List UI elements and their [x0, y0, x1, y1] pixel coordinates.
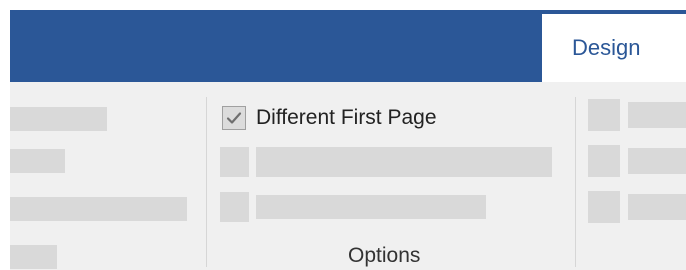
placeholder-control: [256, 147, 552, 177]
ribbon-title-bar: Design: [10, 10, 686, 82]
placeholder-control: [628, 102, 686, 128]
placeholder-checkbox: [588, 191, 620, 223]
placeholder-control: [256, 195, 486, 219]
placeholder-checkbox: [220, 147, 249, 177]
placeholder-control: [628, 148, 686, 174]
placeholder-control: [10, 107, 107, 131]
checkmark-icon: [226, 112, 242, 124]
placeholder-checkbox: [220, 192, 249, 222]
placeholder-checkbox: [588, 99, 620, 131]
placeholder-control: [10, 197, 187, 221]
placeholder-checkbox: [588, 145, 620, 177]
options-group-label: Options: [348, 244, 421, 267]
placeholder-control: [628, 194, 686, 220]
ribbon-panel: Different First Page Options: [10, 82, 686, 270]
different-first-page-label[interactable]: Different First Page: [256, 104, 437, 132]
tab-design[interactable]: Design: [542, 14, 686, 82]
group-divider: [575, 97, 576, 267]
app-window: Design Different First Page Options: [10, 10, 686, 270]
placeholder-control: [10, 149, 65, 173]
group-divider: [206, 97, 207, 267]
different-first-page-checkbox[interactable]: [222, 106, 246, 130]
placeholder-control: [10, 245, 57, 269]
